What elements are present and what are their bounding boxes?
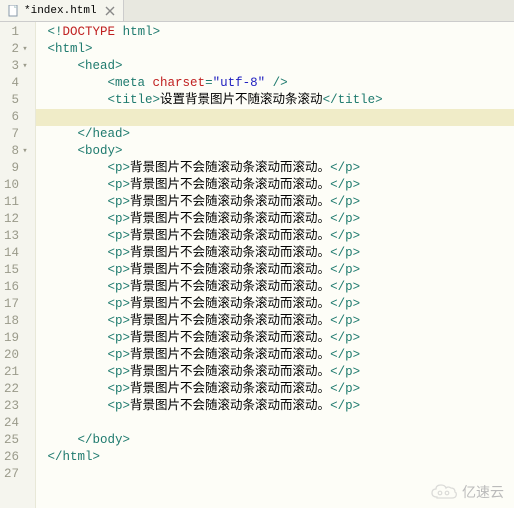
- fold-marker-icon[interactable]: ▾: [21, 143, 29, 160]
- code-line[interactable]: <p>背景图片不会随滚动条滚动而滚动。</p>: [36, 279, 514, 296]
- line-number: 1: [4, 24, 29, 41]
- line-number: 18: [4, 313, 29, 330]
- line-number: 12: [4, 211, 29, 228]
- code-line[interactable]: <p>背景图片不会随滚动条滚动而滚动。</p>: [36, 245, 514, 262]
- code-line[interactable]: <p>背景图片不会随滚动条滚动而滚动。</p>: [36, 177, 514, 194]
- code-line[interactable]: [36, 109, 514, 126]
- editor-tab[interactable]: *index.html: [0, 0, 124, 21]
- tab-bar: *index.html: [0, 0, 514, 22]
- code-line[interactable]: <p>背景图片不会随滚动条滚动而滚动。</p>: [36, 211, 514, 228]
- code-line[interactable]: <p>背景图片不会随滚动条滚动而滚动。</p>: [36, 194, 514, 211]
- line-number: 23: [4, 398, 29, 415]
- code-line[interactable]: [36, 415, 514, 432]
- code-line[interactable]: [36, 466, 514, 483]
- code-line[interactable]: <html>: [36, 41, 514, 58]
- line-number: 24: [4, 415, 29, 432]
- code-line[interactable]: <p>背景图片不会随滚动条滚动而滚动。</p>: [36, 160, 514, 177]
- code-line[interactable]: <body>: [36, 143, 514, 160]
- watermark-text: 亿速云: [462, 482, 504, 502]
- code-line[interactable]: <p>背景图片不会随滚动条滚动而滚动。</p>: [36, 364, 514, 381]
- line-number: 13: [4, 228, 29, 245]
- code-line[interactable]: <p>背景图片不会随滚动条滚动而滚动。</p>: [36, 296, 514, 313]
- line-number: 9: [4, 160, 29, 177]
- code-line[interactable]: </html>: [36, 449, 514, 466]
- line-number: 4: [4, 75, 29, 92]
- line-number: 10: [4, 177, 29, 194]
- code-line[interactable]: <p>背景图片不会随滚动条滚动而滚动。</p>: [36, 313, 514, 330]
- code-line[interactable]: <p>背景图片不会随滚动条滚动而滚动。</p>: [36, 228, 514, 245]
- line-number-gutter: 12▾3▾45678▾91011121314151617181920212223…: [0, 22, 36, 508]
- code-line[interactable]: </head>: [36, 126, 514, 143]
- line-number: 5: [4, 92, 29, 109]
- line-number: 22: [4, 381, 29, 398]
- line-number: 16: [4, 279, 29, 296]
- code-content[interactable]: <!DOCTYPE html> <html> <head> <meta char…: [36, 22, 514, 508]
- line-number: 6: [4, 109, 29, 126]
- code-line[interactable]: <meta charset="utf-8" />: [36, 75, 514, 92]
- line-number: 20: [4, 347, 29, 364]
- file-icon: [8, 5, 20, 17]
- code-line[interactable]: <p>背景图片不会随滚动条滚动而滚动。</p>: [36, 262, 514, 279]
- code-line[interactable]: <!DOCTYPE html>: [36, 24, 514, 41]
- line-number: 21: [4, 364, 29, 381]
- line-number: 11: [4, 194, 29, 211]
- code-line[interactable]: <head>: [36, 58, 514, 75]
- close-icon[interactable]: [105, 6, 115, 16]
- tab-filename: *index.html: [24, 5, 97, 17]
- line-number: 25: [4, 432, 29, 449]
- line-number: 14: [4, 245, 29, 262]
- code-editor[interactable]: 12▾3▾45678▾91011121314151617181920212223…: [0, 22, 514, 508]
- code-line[interactable]: <title>设置背景图片不随滚动条滚动</title>: [36, 92, 514, 109]
- code-line[interactable]: </body>: [36, 432, 514, 449]
- fold-marker-icon[interactable]: ▾: [21, 41, 29, 58]
- cloud-icon: [430, 483, 458, 501]
- code-line[interactable]: <p>背景图片不会随滚动条滚动而滚动。</p>: [36, 381, 514, 398]
- line-number: 19: [4, 330, 29, 347]
- line-number: 17: [4, 296, 29, 313]
- code-line[interactable]: <p>背景图片不会随滚动条滚动而滚动。</p>: [36, 347, 514, 364]
- watermark: 亿速云: [430, 482, 504, 502]
- line-number: 15: [4, 262, 29, 279]
- line-number: 3▾: [4, 58, 29, 75]
- code-line[interactable]: <p>背景图片不会随滚动条滚动而滚动。</p>: [36, 330, 514, 347]
- fold-marker-icon[interactable]: ▾: [21, 58, 29, 75]
- line-number: 8▾: [4, 143, 29, 160]
- code-line[interactable]: <p>背景图片不会随滚动条滚动而滚动。</p>: [36, 398, 514, 415]
- line-number: 27: [4, 466, 29, 483]
- line-number: 2▾: [4, 41, 29, 58]
- line-number: 26: [4, 449, 29, 466]
- line-number: 7: [4, 126, 29, 143]
